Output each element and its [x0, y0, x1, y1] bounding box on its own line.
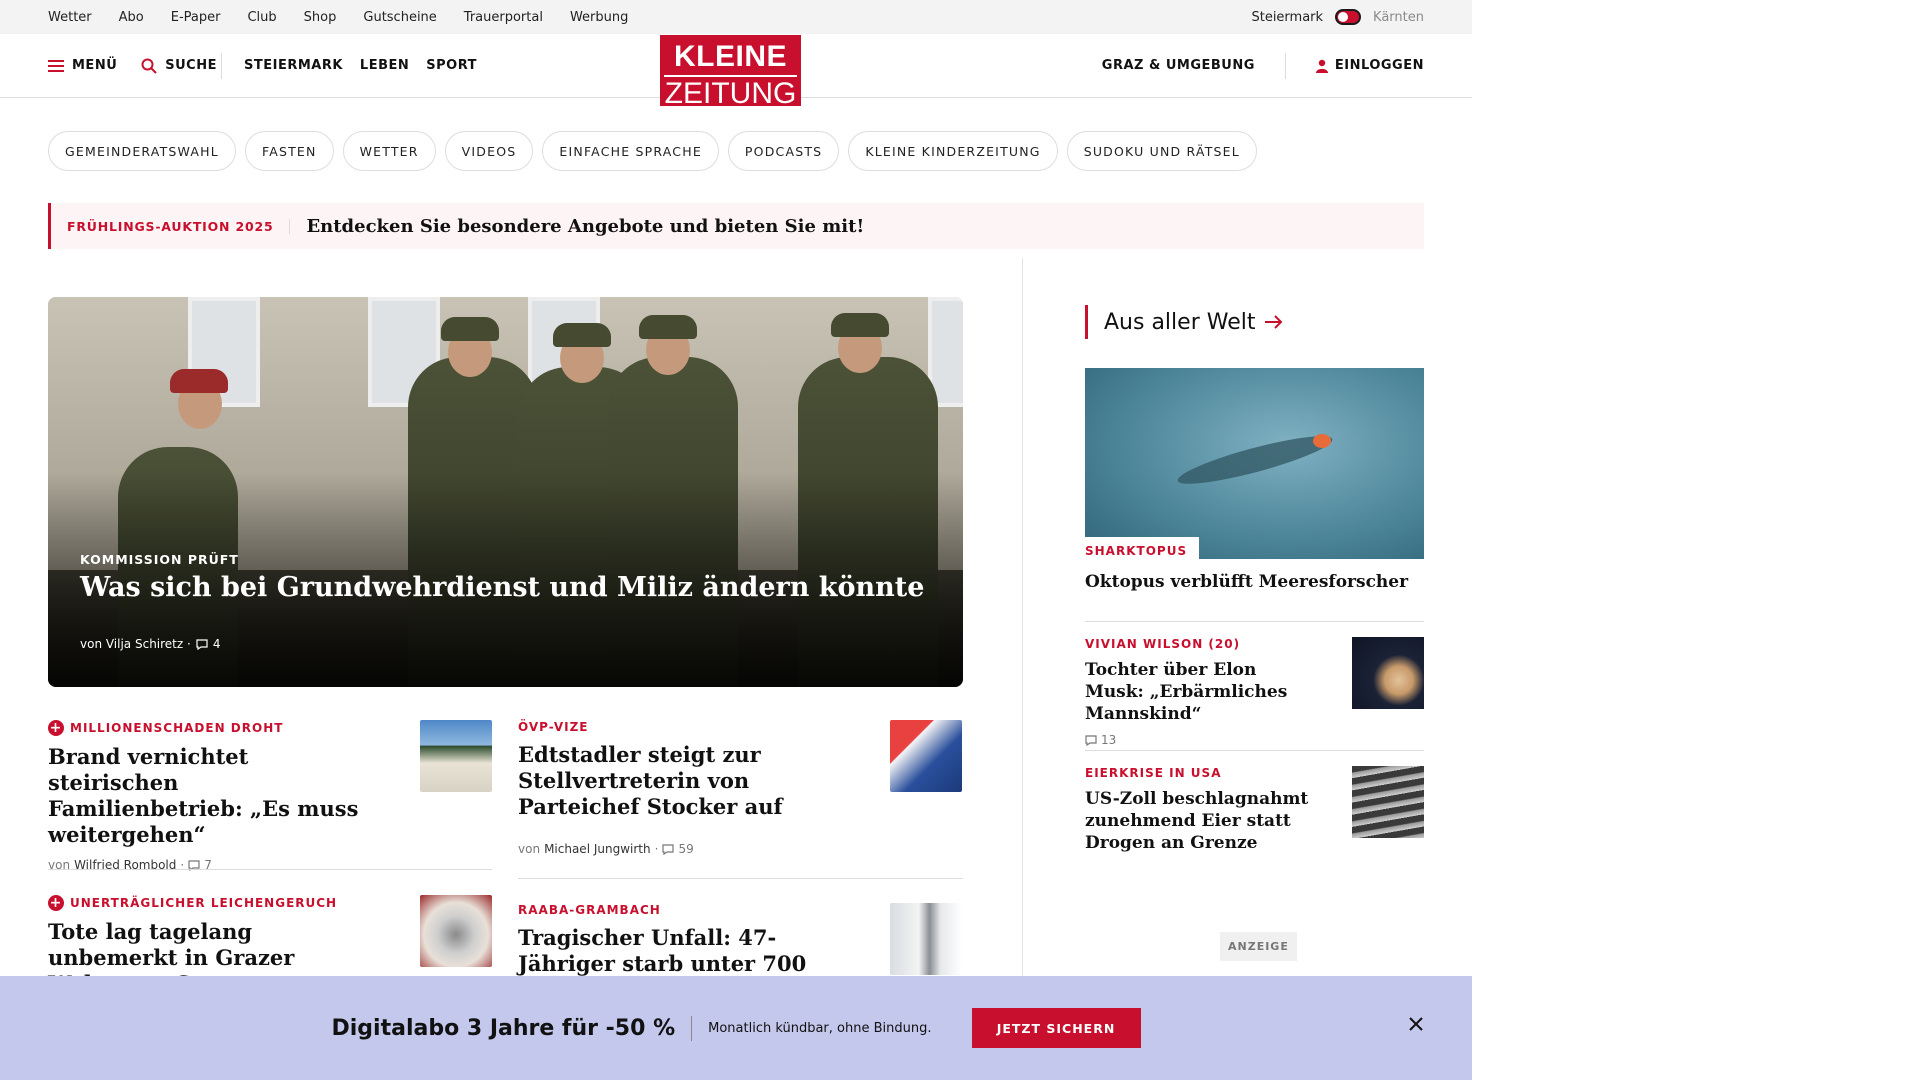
sidebar-divider — [1085, 621, 1424, 622]
site-logo[interactable]: KLEINE ZEITUNG — [660, 35, 801, 110]
section-title: Aus aller Welt — [1104, 309, 1256, 335]
hero-kicker: KOMMISSION PRÜFT — [80, 552, 239, 567]
hero-title[interactable]: Was sich bei Grundwehrdienst und Miliz ä… — [80, 572, 924, 603]
util-link-gutscheine[interactable]: Gutscheine — [363, 10, 436, 25]
nav-leben[interactable]: LEBEN — [360, 58, 409, 73]
sidebar-top-title[interactable]: Oktopus verblüfft Meeresforscher — [1085, 571, 1408, 593]
hero-meta: von Vilja Schiretz · 4 — [80, 637, 220, 651]
article-thumbnail — [890, 720, 962, 792]
sidebar-item-thumbnail — [1352, 766, 1424, 838]
article-divider — [518, 878, 963, 879]
pill-podcasts[interactable]: PODCASTS — [727, 131, 840, 171]
region-steiermark[interactable]: Steiermark — [1251, 10, 1323, 25]
menu-label: MENÜ — [72, 58, 118, 73]
region-toggle[interactable] — [1335, 9, 1362, 25]
article-title[interactable]: Tragischer Unfall: 47-Jähriger starb unt… — [518, 925, 838, 977]
pill-fasten[interactable]: FASTEN — [244, 131, 334, 171]
sidebar-divider — [1085, 750, 1424, 751]
sidebar-item[interactable]: VIVIAN WILSON (20) Tochter über Elon Mus… — [1085, 637, 1424, 747]
comment-icon — [196, 638, 208, 650]
search-icon — [141, 58, 157, 74]
hero-comments: 4 — [212, 637, 221, 651]
logo-line-1: KLEINE — [673, 40, 787, 73]
util-link-trauerportal[interactable]: Trauerportal — [464, 10, 543, 25]
pill-wetter[interactable]: WETTER — [342, 131, 436, 171]
search-button[interactable]: SUCHE — [141, 58, 217, 74]
sidebar-top-image[interactable] — [1085, 368, 1424, 559]
hero-article[interactable]: KOMMISSION PRÜFT Was sich bei Grundwehrd… — [48, 297, 963, 687]
comment-icon — [1085, 734, 1097, 746]
main-nav: STEIERMARK LEBEN SPORT — [244, 58, 477, 73]
pill-kinderzeitung[interactable]: KLEINE KINDERZEITUNG — [848, 131, 1058, 171]
util-link-werbung[interactable]: Werbung — [570, 10, 628, 25]
sidebar-item-meta: 13 — [1085, 733, 1424, 747]
subscribe-button[interactable]: JETZT SICHERN — [971, 1008, 1141, 1048]
empty-viewport-area — [1472, 0, 1920, 1080]
article-divider — [48, 869, 492, 870]
login-label: EINLOGGEN — [1334, 58, 1424, 73]
sidebar-item-title[interactable]: US-Zoll beschlagnahmt zunehmend Eier sta… — [1085, 788, 1315, 854]
banner-subtitle: Monatlich kündbar, ohne Bindung. — [708, 1020, 932, 1036]
util-link-club[interactable]: Club — [247, 10, 276, 25]
hamburger-icon — [48, 59, 64, 72]
section-heading[interactable]: Aus aller Welt — [1085, 305, 1283, 339]
menu-button[interactable]: MENÜ — [48, 58, 117, 73]
util-link-wetter[interactable]: Wetter — [48, 10, 92, 25]
ad-label: ANZEIGE — [1220, 932, 1297, 961]
search-label: SUCHE — [165, 58, 217, 73]
close-icon[interactable] — [1408, 1016, 1424, 1032]
header-divider — [221, 52, 222, 79]
main-header: MENÜ SUCHE STEIERMARK LEBEN SPORT KLEINE… — [0, 34, 1472, 109]
utility-bar: Wetter Abo E-Paper Club Shop Gutscheine … — [0, 0, 1472, 34]
sidebar-item-thumbnail — [1352, 637, 1424, 709]
article-card[interactable]: + MILLIONENSCHADEN DROHT Brand vernichtet… — [48, 720, 492, 872]
page: Wetter Abo E-Paper Club Shop Gutscheine … — [0, 0, 1472, 1080]
utility-links: Wetter Abo E-Paper Club Shop Gutscheine … — [48, 10, 628, 25]
user-icon — [1315, 59, 1328, 73]
region-link[interactable]: GRAZ & UMGEBUNG — [1102, 58, 1255, 73]
banner-title: Digitalabo 3 Jahre für -50 % — [331, 1015, 693, 1041]
plus-icon: + — [48, 895, 64, 911]
article-title[interactable]: Edtstadler steigt zur Stellvertreterin v… — [518, 742, 838, 820]
util-link-epaper[interactable]: E-Paper — [171, 10, 221, 25]
sidebar-item[interactable]: EIERKRISE IN USA US-Zoll beschlagnahmt z… — [1085, 766, 1424, 854]
region-switch: Steiermark Kärnten — [1251, 9, 1424, 25]
article-author: Michael Jungwirth — [544, 842, 651, 856]
arrow-right-icon — [1265, 315, 1283, 329]
region-kaernten[interactable]: Kärnten — [1373, 10, 1424, 25]
util-link-abo[interactable]: Abo — [119, 10, 144, 25]
pill-videos[interactable]: VIDEOS — [444, 131, 534, 171]
subscription-banner: Digitalabo 3 Jahre für -50 % Monatlich k… — [0, 976, 1472, 1080]
nav-sport[interactable]: SPORT — [426, 58, 477, 73]
column-divider — [1022, 258, 1023, 998]
article-thumbnail — [890, 903, 962, 975]
sidebar-top-kicker: SHARKTOPUS — [1085, 537, 1200, 562]
article-thumbnail — [420, 895, 492, 967]
pill-gemeinderatswahl[interactable]: GEMEINDERATSWAHL — [48, 131, 236, 171]
article-title[interactable]: Brand vernichtet steirischen Familienbet… — [48, 744, 368, 848]
promo-text: Entdecken Sie besondere Angebote und bie… — [306, 215, 865, 237]
header-divider-right — [1284, 52, 1286, 79]
hero-author: von Vilja Schiretz · — [80, 637, 191, 651]
nav-steiermark[interactable]: STEIERMARK — [244, 58, 343, 73]
sidebar-item-title[interactable]: Tochter über Elon Musk: „Erbärmliches Ma… — [1085, 659, 1315, 725]
util-link-shop[interactable]: Shop — [304, 10, 337, 25]
plus-icon: + — [48, 720, 64, 736]
article-thumbnail — [420, 720, 492, 792]
pill-sudoku[interactable]: SUDOKU UND RÄTSEL — [1066, 131, 1257, 171]
article-card[interactable]: RAABA-GRAMBACH Tragischer Unfall: 47-Jäh… — [518, 903, 962, 977]
promo-bar[interactable]: FRÜHLINGS-AUKTION 2025 Entdecken Sie bes… — [48, 203, 1424, 249]
pill-einfache-sprache[interactable]: EINFACHE SPRACHE — [542, 131, 719, 171]
topic-pills: GEMEINDERATSWAHL FASTEN WETTER VIDEOS EI… — [48, 131, 1257, 171]
login-button[interactable]: EINLOGGEN — [1315, 58, 1424, 73]
article-card[interactable]: ÖVP-VIZE Edtstadler steigt zur Stellvert… — [518, 720, 962, 856]
comment-icon — [662, 843, 675, 855]
logo-line-2: ZEITUNG — [664, 75, 797, 110]
promo-tag: FRÜHLINGS-AUKTION 2025 — [67, 218, 291, 234]
header-right: GRAZ & UMGEBUNG EINLOGGEN — [1102, 52, 1424, 79]
article-meta: von Michael Jungwirth · 59 — [518, 842, 694, 856]
